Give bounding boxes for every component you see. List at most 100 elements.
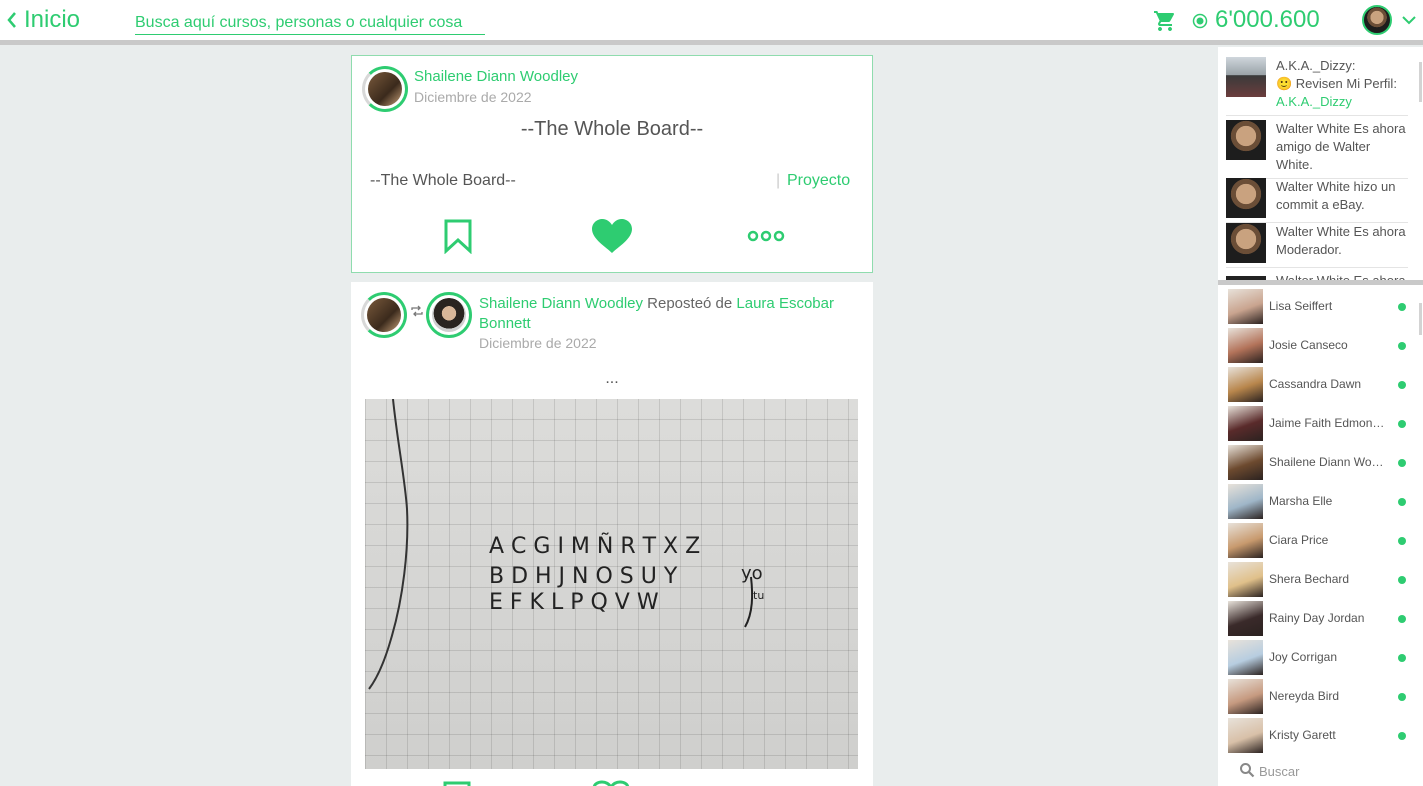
reposter-avatar[interactable] <box>361 292 407 338</box>
heart-icon[interactable] <box>591 218 633 254</box>
activity-text: Walter White Es ahora <box>1276 272 1406 280</box>
activity-user: A.K.A._Dizzy: <box>1276 58 1356 73</box>
contact-item[interactable]: Lisa Seiffert <box>1226 287 1411 326</box>
contact-item[interactable]: Marsha Elle <box>1226 482 1411 521</box>
online-status-dot <box>1398 576 1406 584</box>
contact-item[interactable]: Shailene Diann Woodley <box>1226 443 1411 482</box>
chevron-left-icon <box>7 12 16 28</box>
top-bar: Inicio 6'000.600 <box>0 0 1423 40</box>
activity-scrollbar[interactable] <box>1419 62 1422 102</box>
activity-item[interactable]: Walter White hizo un commit a eBay. <box>1226 178 1408 223</box>
activity-text: Walter White hizo un commit a eBay. <box>1276 179 1396 212</box>
contact-item[interactable]: Rainy Day Jordan <box>1226 599 1411 638</box>
activity-thumbnail <box>1226 120 1266 160</box>
contact-avatar <box>1228 601 1263 636</box>
contact-avatar <box>1228 523 1263 558</box>
contact-item[interactable]: Jaime Faith Edmondson <box>1226 404 1411 443</box>
activity-thumbnail <box>1226 178 1266 218</box>
contact-item[interactable]: Kristy Garett <box>1226 716 1411 755</box>
contact-name: Lisa Seiffert <box>1269 299 1333 313</box>
repost-card: Shailene Diann Woodley Reposteó de Laura… <box>351 282 873 786</box>
top-bar-divider <box>0 40 1423 45</box>
post-author[interactable]: Shailene Diann Woodley <box>414 68 578 85</box>
image-text-row-3: E F K L P Q V W <box>489 590 659 615</box>
post-date: Diciembre de 2022 <box>479 335 597 351</box>
search-icon <box>1240 763 1255 778</box>
coin-balance: 6'000.600 <box>1215 6 1320 33</box>
image-text-note-2: tu <box>753 589 764 602</box>
contact-avatar <box>1228 445 1263 480</box>
contact-name: Josie Canseco <box>1269 338 1348 352</box>
contact-avatar <box>1228 484 1263 519</box>
online-status-dot <box>1398 342 1406 350</box>
activity-message: 🙂 Revisen Mi Perfil: <box>1276 76 1397 91</box>
activity-text: Walter White Es ahora amigo de Walter Wh… <box>1276 121 1406 172</box>
contact-item[interactable]: Cassandra Dawn <box>1226 365 1411 404</box>
coin-icon <box>1192 13 1208 29</box>
repost-icon <box>411 305 423 317</box>
contact-name: Joy Corrigan <box>1269 650 1338 664</box>
bookmark-icon[interactable] <box>443 218 473 254</box>
back-label: Inicio <box>24 6 81 33</box>
original-author-avatar[interactable] <box>426 292 472 338</box>
contact-name: Ciara Price <box>1269 533 1329 547</box>
online-status-dot <box>1398 498 1406 506</box>
activity-thumbnail <box>1226 57 1266 97</box>
activity-item[interactable]: Walter White Es ahora <box>1226 272 1408 280</box>
repost-label: Reposteó de <box>643 295 737 312</box>
activity-text: A.K.A._Dizzy: 🙂 Revisen Mi Perfil: A.K.A… <box>1276 57 1397 111</box>
contacts-list: Lisa Seiffert Josie Canseco Cassandra Dawn… <box>1218 285 1423 786</box>
post-body: --The Whole Board-- <box>370 172 516 189</box>
post-date: Diciembre de 2022 <box>414 89 532 105</box>
contact-item[interactable]: Shera Bechard <box>1226 560 1411 599</box>
online-status-dot <box>1398 693 1406 701</box>
chevron-down-icon[interactable] <box>1401 13 1417 27</box>
cart-icon[interactable] <box>1152 9 1178 33</box>
author-avatar[interactable] <box>362 66 408 112</box>
post-caption: ... <box>605 370 619 387</box>
activity-item[interactable]: A.K.A._Dizzy: 🙂 Revisen Mi Perfil: A.K.A… <box>1226 57 1408 116</box>
contact-name: Shera Bechard <box>1269 572 1350 586</box>
online-status-dot <box>1398 537 1406 545</box>
online-status-dot <box>1398 381 1406 389</box>
post-card: Shailene Diann Woodley Diciembre de 2022… <box>351 55 873 273</box>
activity-item[interactable]: Walter White Es ahora amigo de Walter Wh… <box>1226 120 1408 179</box>
online-status-dot <box>1398 459 1406 467</box>
post-image[interactable]: A C G I M Ñ R T X Z B D H J N O S U Y E … <box>365 399 858 769</box>
post-category-link[interactable]: Proyecto <box>787 172 850 190</box>
activity-item[interactable]: Walter White Es ahora Moderador. <box>1226 223 1408 268</box>
heart-icon[interactable] <box>590 780 632 786</box>
contact-name: Rainy Day Jordan <box>1269 611 1365 625</box>
post-title: --The Whole Board-- <box>520 118 704 140</box>
repost-header: Shailene Diann Woodley Reposteó de Laura… <box>479 294 859 334</box>
global-search-input[interactable] <box>135 12 485 35</box>
online-status-dot <box>1398 732 1406 740</box>
activity-feed[interactable]: A.K.A._Dizzy: 🙂 Revisen Mi Perfil: A.K.A… <box>1218 47 1423 280</box>
bookmark-icon[interactable] <box>442 780 472 786</box>
activity-thumbnail <box>1226 223 1266 263</box>
contact-name: Shailene Diann Woodley <box>1269 455 1387 469</box>
contact-avatar <box>1228 289 1263 324</box>
online-status-dot <box>1398 303 1406 311</box>
contact-name: Jaime Faith Edmondson <box>1269 416 1387 430</box>
contact-item[interactable]: Ciara Price <box>1226 521 1411 560</box>
contacts-search-input[interactable] <box>1259 763 1409 779</box>
more-options-icon[interactable] <box>747 229 785 243</box>
contact-item[interactable]: Josie Canseco <box>1226 326 1411 365</box>
contact-avatar <box>1228 718 1263 753</box>
contact-item[interactable]: Nereyda Bird <box>1226 677 1411 716</box>
online-status-dot <box>1398 615 1406 623</box>
online-status-dot <box>1398 420 1406 428</box>
back-home-link[interactable]: Inicio <box>6 4 80 36</box>
image-text-row-2: B D H J N O S U Y <box>489 564 678 589</box>
reposter-name[interactable]: Shailene Diann Woodley <box>479 295 643 312</box>
contact-item[interactable]: Joy Corrigan <box>1226 638 1411 677</box>
contact-avatar <box>1228 679 1263 714</box>
activity-profile-link[interactable]: A.K.A._Dizzy <box>1276 93 1397 111</box>
user-avatar[interactable] <box>1362 5 1392 35</box>
contact-avatar <box>1228 367 1263 402</box>
contact-name: Marsha Elle <box>1269 494 1333 508</box>
category-separator: | <box>776 172 781 189</box>
activity-text: Walter White Es ahora Moderador. <box>1276 224 1406 257</box>
contacts-scrollbar[interactable] <box>1419 303 1422 335</box>
